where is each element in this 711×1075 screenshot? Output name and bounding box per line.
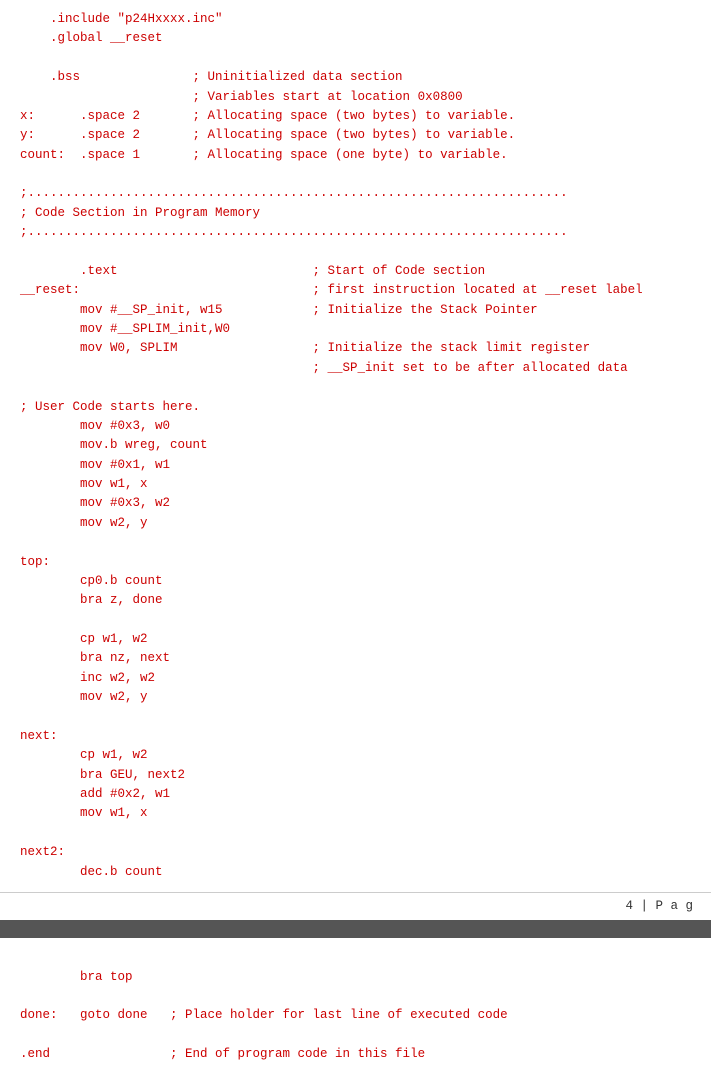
page-divider bbox=[0, 920, 711, 938]
page-number: 4 | P a g bbox=[625, 899, 693, 913]
code-page-2: bra top done: goto done ; Place holder f… bbox=[0, 938, 711, 1074]
page-footer: 4 | P a g bbox=[0, 892, 711, 920]
code-page-1: .include "p24Hxxxx.inc" .global __reset … bbox=[0, 0, 711, 892]
code-block-page1: .include "p24Hxxxx.inc" .global __reset … bbox=[20, 10, 691, 882]
page-container: .include "p24Hxxxx.inc" .global __reset … bbox=[0, 0, 711, 1075]
code-block-page2: bra top done: goto done ; Place holder f… bbox=[20, 948, 691, 1064]
